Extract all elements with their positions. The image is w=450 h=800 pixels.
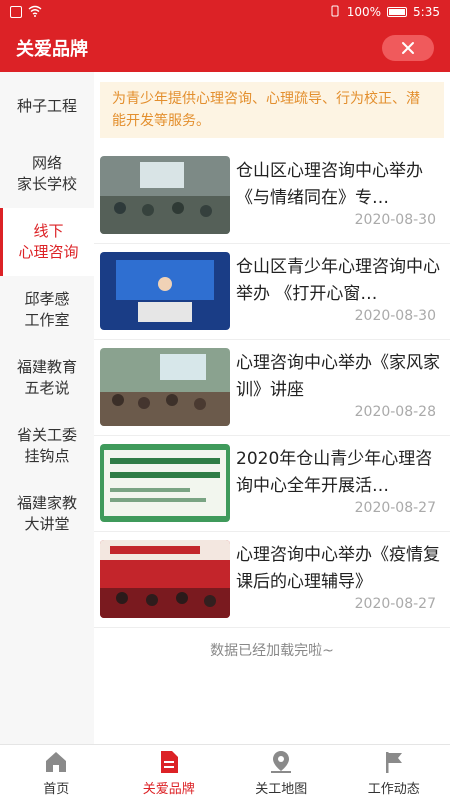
article-thumbnail — [100, 540, 230, 618]
article-date: 2020-08-30 — [354, 308, 436, 324]
tab-label: 首页 — [43, 781, 70, 797]
list-item[interactable]: 心理咨询中心举办《疫情复课后的心理辅导》 2020-08-27 — [94, 532, 450, 628]
list-item[interactable]: 2020年仓山青少年心理咨询中心全年开展活… 2020-08-27 — [94, 436, 450, 532]
tab-label: 关爱品牌 — [142, 781, 195, 797]
tab-work-news[interactable]: 工作动态 — [338, 745, 450, 800]
load-complete-text: 数据已经加载完啦~ — [210, 643, 334, 659]
wifi-icon — [28, 5, 42, 20]
close-icon — [402, 42, 414, 54]
article-date: 2020-08-30 — [354, 212, 436, 228]
category-sidebar: 种子工程 网络 家长学校 线下 心理咨询 邱孝感 工作室 福建教育 五老说 省关… — [0, 72, 94, 744]
article-date: 2020-08-28 — [354, 404, 436, 420]
sidebar-item-provincial-point[interactable]: 省关工委 挂钩点 — [0, 412, 94, 480]
home-icon — [46, 751, 67, 772]
article-date: 2020-08-27 — [354, 500, 436, 516]
sidebar-item-family-lecture[interactable]: 福建家教 大讲堂 — [0, 480, 94, 548]
notice-banner: 为青少年提供心理咨询、心理疏导、行为校正、潜能开发等服务。 — [100, 82, 444, 138]
list-item[interactable]: 仓山区青少年心理咨询中心举办 《打开心窗… 2020-08-30 — [94, 244, 450, 340]
notification-icon — [10, 6, 22, 18]
list-item[interactable]: 仓山区心理咨询中心举办《与情绪同在》专… 2020-08-30 — [94, 148, 450, 244]
article-title: 心理咨询中心举办《家风家训》讲座 — [236, 353, 440, 400]
title-bar: 关爱品牌 — [0, 24, 450, 72]
vibrate-icon — [329, 5, 341, 20]
article-thumbnail — [100, 252, 230, 330]
list-item[interactable]: 心理咨询中心举办《家风家训》讲座 2020-08-28 — [94, 340, 450, 436]
article-thumbnail — [100, 348, 230, 426]
document-icon — [160, 750, 178, 773]
battery-percent: 100% — [346, 5, 382, 19]
clock: 5:35 — [413, 5, 440, 19]
article-thumbnail — [100, 156, 230, 234]
status-bar: 100% 5:35 — [0, 0, 450, 24]
article-title: 仓山区心理咨询中心举办《与情绪同在》专… — [236, 161, 423, 208]
sidebar-item-fujian-education[interactable]: 福建教育 五老说 — [0, 344, 94, 412]
map-pin-icon — [271, 750, 292, 773]
sidebar-item-qiu-studio[interactable]: 邱孝感 工作室 — [0, 276, 94, 344]
page-title: 关爱品牌 — [16, 39, 88, 60]
tab-label: 关工地图 — [255, 781, 308, 797]
article-title: 2020年仓山青少年心理咨询中心全年开展活… — [236, 449, 433, 496]
article-title: 仓山区青少年心理咨询中心举办 《打开心窗… — [236, 257, 440, 304]
bottom-tab-bar: 首页 关爱品牌 关工地图 工作动态 — [0, 744, 450, 800]
battery-icon — [387, 7, 408, 17]
tab-label: 工作动态 — [367, 781, 420, 797]
article-title: 心理咨询中心举办《疫情复课后的心理辅导》 — [236, 545, 440, 592]
sidebar-item-seed-project[interactable]: 种子工程 — [0, 72, 94, 140]
close-button[interactable] — [382, 35, 434, 61]
article-list: 为青少年提供心理咨询、心理疏导、行为校正、潜能开发等服务。 仓山区心理咨询中心举… — [94, 72, 450, 744]
tab-care-brand[interactable]: 关爱品牌 — [113, 745, 226, 800]
sidebar-item-offline-counseling[interactable]: 线下 心理咨询 — [0, 208, 94, 276]
article-thumbnail — [100, 444, 230, 522]
article-date: 2020-08-27 — [354, 596, 436, 612]
flag-icon — [385, 751, 402, 773]
tab-map[interactable]: 关工地图 — [225, 745, 338, 800]
sidebar-item-online-parent-school[interactable]: 网络 家长学校 — [0, 140, 94, 208]
tab-home[interactable]: 首页 — [0, 745, 113, 800]
